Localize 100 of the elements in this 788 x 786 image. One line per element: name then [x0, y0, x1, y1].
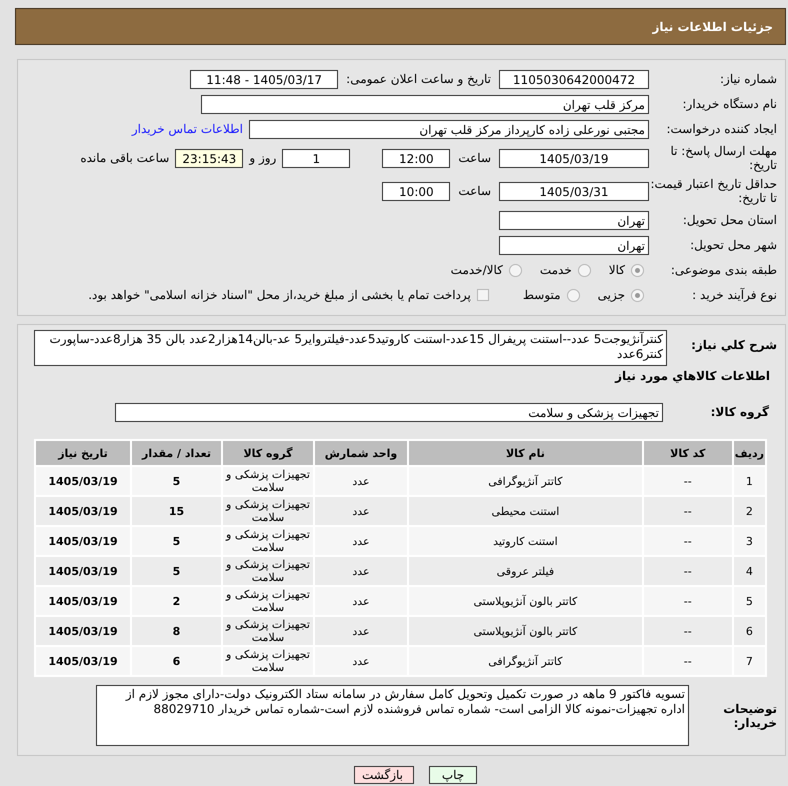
table-cell: 5: [132, 467, 221, 495]
table-cell: 2: [734, 497, 765, 525]
table-cell: عدد: [315, 557, 407, 585]
table-cell: 1405/03/19: [36, 557, 130, 585]
deadline-time-field: 12:00: [382, 148, 450, 168]
table-cell: --: [644, 557, 732, 585]
field-label: شهر محل تحویل:: [689, 238, 778, 252]
days-field: 1: [282, 148, 350, 168]
table-cell: --: [644, 647, 732, 675]
table-cell: 5: [132, 557, 221, 585]
radio-button[interactable]: [631, 288, 644, 302]
radio-button[interactable]: [508, 264, 522, 276]
table-cell: 8: [132, 617, 221, 645]
field-label: شماره نیاز:: [719, 72, 778, 86]
table-cell: تجهیزات پزشکی و سلامت: [223, 557, 313, 585]
buyer-notes-field: تسویه فاکتور 9 ماهه در صورت تکمیل وتحویل کامل سفارش در سامانه ستاد الکترونیک دولت-دارای مجوز لازم از اداره تجهیزات-نمونه کالا الزامی است- شماره تماس فروشنده لازم است-شماره تماس خریدار 88029710: [96, 685, 689, 746]
field-label: حداقل تاریخ اعتبار قیمت: تا تاریخ:: [649, 177, 778, 205]
requester-field: مجتبی نورعلی زاده کارپرداز مرکز قلب تهران: [249, 120, 649, 138]
section-title: اطلاعات کالاهاي مورد نياز: [614, 369, 771, 383]
table-cell: تجهیزات پزشکی و سلامت: [223, 647, 313, 675]
table-cell: 3: [734, 527, 765, 555]
time-label: ساعت: [458, 151, 491, 165]
table-cell: تجهیزات پزشکی و سلامت: [223, 617, 313, 645]
column-header: واحد شمارش: [315, 441, 407, 465]
table-cell: 1405/03/19: [36, 467, 130, 495]
field-label: مهلت ارسال پاسخ: تا تاریخ:: [669, 144, 778, 172]
field-label: نام دستگاه خریدار:: [682, 97, 778, 111]
column-header: گروه کالا: [223, 441, 313, 465]
description-field: کنترآنژیوجت5 عدد--استنت پریفرال 15عدد-استنت کاروتید5عدد-فیلتروایر5 عد-بالن14هزار2عدد بالن 35 هزار8عدد-ساپورت کنتر6عدد: [34, 330, 667, 366]
table-cell: 6: [734, 617, 765, 645]
table-cell: فیلتر عروقی: [409, 557, 642, 585]
table-cell: --: [644, 497, 732, 525]
table-cell: استنت کاروتید: [409, 527, 642, 555]
field-label: گروه کالا:: [710, 405, 770, 419]
column-header: تاریخ نیاز: [36, 441, 130, 465]
field-label: شرح کلي نیاز:: [690, 337, 778, 352]
announce-date-field: 1405/03/17 - 11:48: [190, 70, 338, 88]
radio-button[interactable]: [578, 264, 591, 276]
table-cell: 1405/03/19: [36, 647, 130, 675]
table-cell: 4: [734, 557, 765, 585]
goods-group-field: تجهیزات پزشکی و سلامت: [115, 402, 663, 422]
table-cell: عدد: [315, 467, 407, 495]
table-cell: 1405/03/19: [36, 587, 130, 615]
column-header: نام کالا: [409, 441, 642, 465]
remaining-time-field: 23:15:43: [175, 148, 244, 168]
table-cell: کاتتر بالون آنژیوپلاستی: [409, 617, 642, 645]
price-validity-date-field: 1405/03/31: [499, 182, 649, 200]
column-header: تعداد / مقدار: [132, 441, 221, 465]
table-cell: عدد: [315, 617, 407, 645]
table-cell: 7: [734, 647, 765, 675]
table-cell: استنت محیطی: [409, 497, 642, 525]
table-cell: تجهیزات پزشکی و سلامت: [223, 527, 313, 555]
option-label: خدمت: [540, 263, 572, 277]
table-cell: کاتتر آنژیوگرافی: [409, 467, 642, 495]
price-validity-time-field: 10:00: [382, 182, 450, 200]
option-label: جزیی: [598, 288, 625, 302]
option-label: کالا/خدمت: [450, 263, 503, 277]
table-cell: 1405/03/19: [36, 617, 130, 645]
table-cell: عدد: [315, 497, 407, 525]
page-title: جزئیات اطلاعات نیاز: [652, 20, 773, 34]
table-cell: --: [644, 527, 732, 555]
remaining-label: ساعت باقی مانده: [80, 151, 170, 165]
table-cell: --: [644, 467, 732, 495]
table-cell: --: [644, 587, 732, 615]
table-cell: کاتتر بالون آنژیوپلاستی: [409, 587, 642, 615]
field-label: توضیحات خریدار:: [722, 702, 778, 730]
table-cell: 2: [132, 587, 221, 615]
table-cell: تجهیزات پزشکی و سلامت: [223, 467, 313, 495]
back-button[interactable]: بازگشت: [354, 766, 414, 784]
checkbox[interactable]: [476, 289, 489, 301]
field-label: ایجاد کننده درخواست:: [665, 122, 778, 136]
column-header: کد کالا: [644, 441, 732, 465]
field-label: استان محل تحویل:: [682, 213, 778, 227]
table-cell: 5: [132, 527, 221, 555]
print-button[interactable]: چاپ: [429, 766, 477, 784]
time-label: ساعت: [458, 184, 491, 198]
table-cell: 1405/03/19: [36, 497, 130, 525]
field-label: تاریخ و ساعت اعلان عمومی:: [346, 72, 491, 86]
table-cell: عدد: [315, 527, 407, 555]
contact-info-link[interactable]: اطلاعات تماس خریدار: [132, 122, 243, 136]
table-cell: 6: [132, 647, 221, 675]
city-field: تهران: [499, 236, 649, 254]
need-number-field: 1105030642000472: [499, 70, 649, 88]
table-cell: عدد: [315, 587, 407, 615]
table-cell: 1405/03/19: [36, 527, 130, 555]
field-label: نوع فرآیند خرید :: [691, 288, 778, 302]
days-label: روز و: [249, 151, 276, 165]
table-cell: 1: [734, 467, 765, 495]
radio-button[interactable]: [566, 288, 580, 302]
column-header: ردیف: [734, 441, 765, 465]
table-cell: تجهیزات پزشکی و سلامت: [223, 587, 313, 615]
radio-button[interactable]: [631, 264, 644, 276]
buyer-org-field: مرکز قلب تهران: [201, 94, 649, 114]
option-label: پرداخت تمام یا بخشی از مبلغ خرید،از محل "اسناد خزانه اسلامی" خواهد بود.: [88, 288, 471, 302]
table-cell: 5: [734, 587, 765, 615]
option-label: کالا: [608, 263, 625, 277]
table-cell: 15: [132, 497, 221, 525]
table-cell: کاتتر آنژیوگرافی: [409, 647, 642, 675]
table-cell: --: [644, 617, 732, 645]
deadline-date-field: 1405/03/19: [499, 148, 649, 168]
